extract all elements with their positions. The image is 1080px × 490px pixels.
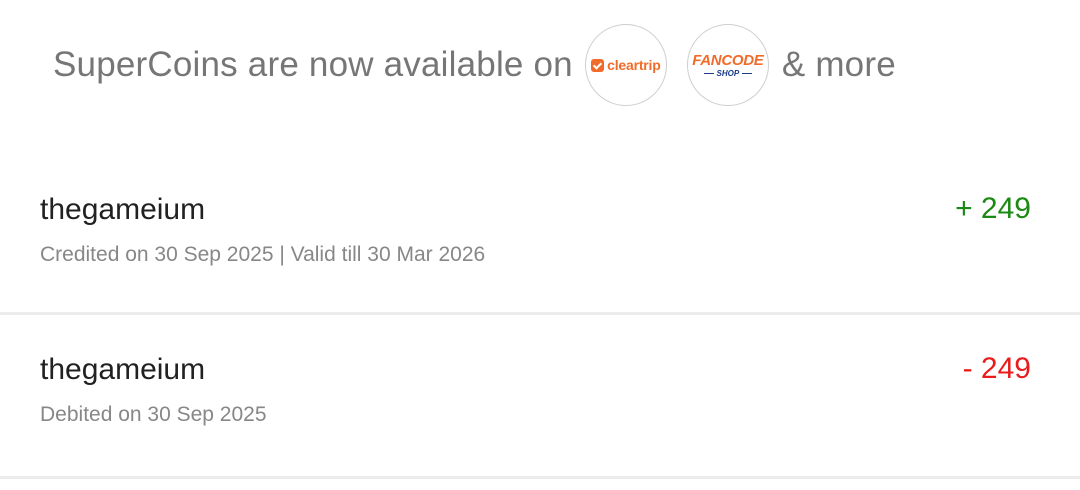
divider (703, 73, 714, 74)
banner-text: SuperCoins are now available on (53, 45, 573, 84)
fancode-shop-label: SHOP (716, 68, 740, 78)
fancode-wordmark: FANCODE (692, 51, 764, 69)
cleartrip-check-icon (591, 58, 605, 72)
cleartrip-logo: cleartrip (591, 57, 661, 73)
transaction-title: thegameium (40, 193, 206, 226)
transaction-subtitle: Credited on 30 Sep 2025 | Valid till 30 … (40, 243, 486, 266)
fancode-shop-sub: SHOP (703, 68, 753, 78)
divider (742, 73, 753, 74)
supercoins-partner-banner[interactable]: SuperCoins are now available on cleartri… (53, 22, 896, 108)
fancode-shop-logo-icon[interactable]: FANCODE SHOP (686, 24, 769, 106)
fancode-shop-logo: FANCODE SHOP (692, 51, 764, 78)
cleartrip-logo-icon[interactable]: cleartrip (584, 24, 667, 106)
transaction-amount: + 249 (955, 192, 1031, 225)
cleartrip-wordmark: cleartrip (607, 57, 661, 73)
transaction-row[interactable]: thegameium Debited on 30 Sep 2025 - 249 (0, 315, 1080, 479)
transaction-amount: - 249 (962, 352, 1031, 385)
transaction-title: thegameium (40, 353, 206, 386)
transaction-row[interactable]: thegameium Credited on 30 Sep 2025 | Val… (0, 155, 1080, 315)
transaction-subtitle: Debited on 30 Sep 2025 (40, 403, 267, 426)
supercoins-history-page: SuperCoins are now available on cleartri… (0, 0, 1080, 490)
banner-suffix: & more (781, 45, 896, 84)
